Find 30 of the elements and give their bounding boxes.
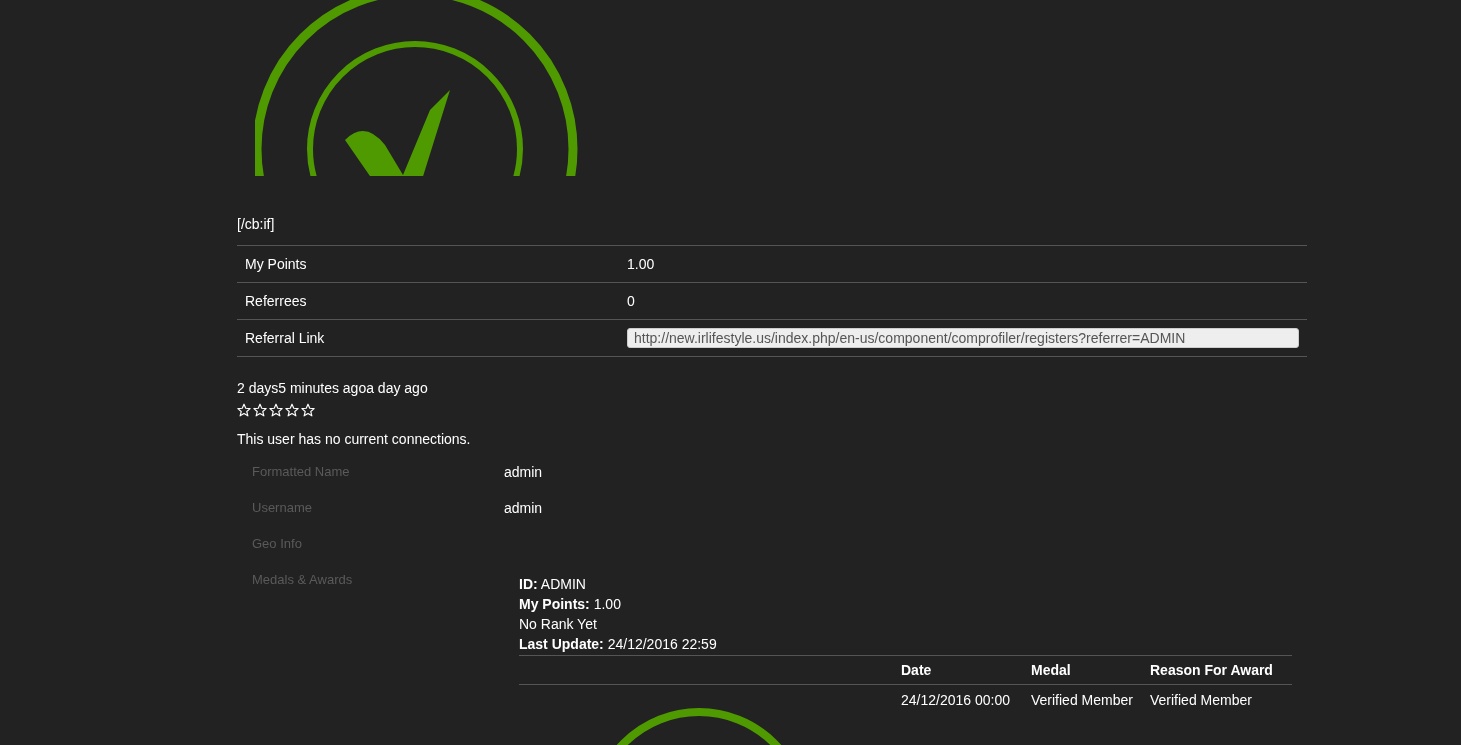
- field-value: admin: [504, 499, 543, 518]
- field-label: Username: [251, 499, 313, 517]
- star-icon: [269, 403, 283, 417]
- field-value: admin: [504, 463, 543, 482]
- activity-text: 2 days5 minutes agoa day ago: [237, 379, 429, 398]
- table-cell-text: Verified Member: [1031, 690, 1134, 710]
- star-icon: [237, 403, 251, 417]
- medal-info-text: Last Update: 24/12/2016 22:59: [519, 635, 718, 654]
- field-label: Geo Info: [251, 535, 303, 553]
- medal-info-text: ID: ADMIN: [519, 575, 587, 594]
- star-icon: [301, 403, 315, 417]
- column-header: Medal: [1031, 660, 1072, 680]
- field-label: Medals & Awards: [251, 571, 354, 589]
- referral-link-field[interactable]: http://new.irlifestyle.us/index.php/en-us/component/comprofiler/registers?referrer=ADMIN: [627, 328, 1299, 348]
- column-header: Reason For Award: [1150, 660, 1273, 680]
- stat-label: Referral Link: [244, 328, 326, 348]
- star-icon: [285, 403, 299, 417]
- table-cell-text: Verified Member: [1150, 690, 1252, 710]
- medal-info-text: No Rank Yet: [519, 615, 598, 634]
- table-cell-text: 24/12/2016 00:00: [901, 690, 1011, 710]
- stat-value: 0: [627, 291, 635, 311]
- star-icon: [253, 403, 267, 417]
- stat-label: My Points: [244, 254, 308, 274]
- field-label: Formatted Name: [251, 463, 351, 481]
- template-tag-text: [/cb:if]: [237, 215, 276, 234]
- stat-label: Referrees: [244, 291, 308, 311]
- column-header: Date: [901, 660, 933, 680]
- stat-value: 1.00: [627, 254, 655, 274]
- medal-info-text: My Points: 1.00: [519, 595, 622, 614]
- connections-text: This user has no current connections.: [237, 430, 472, 449]
